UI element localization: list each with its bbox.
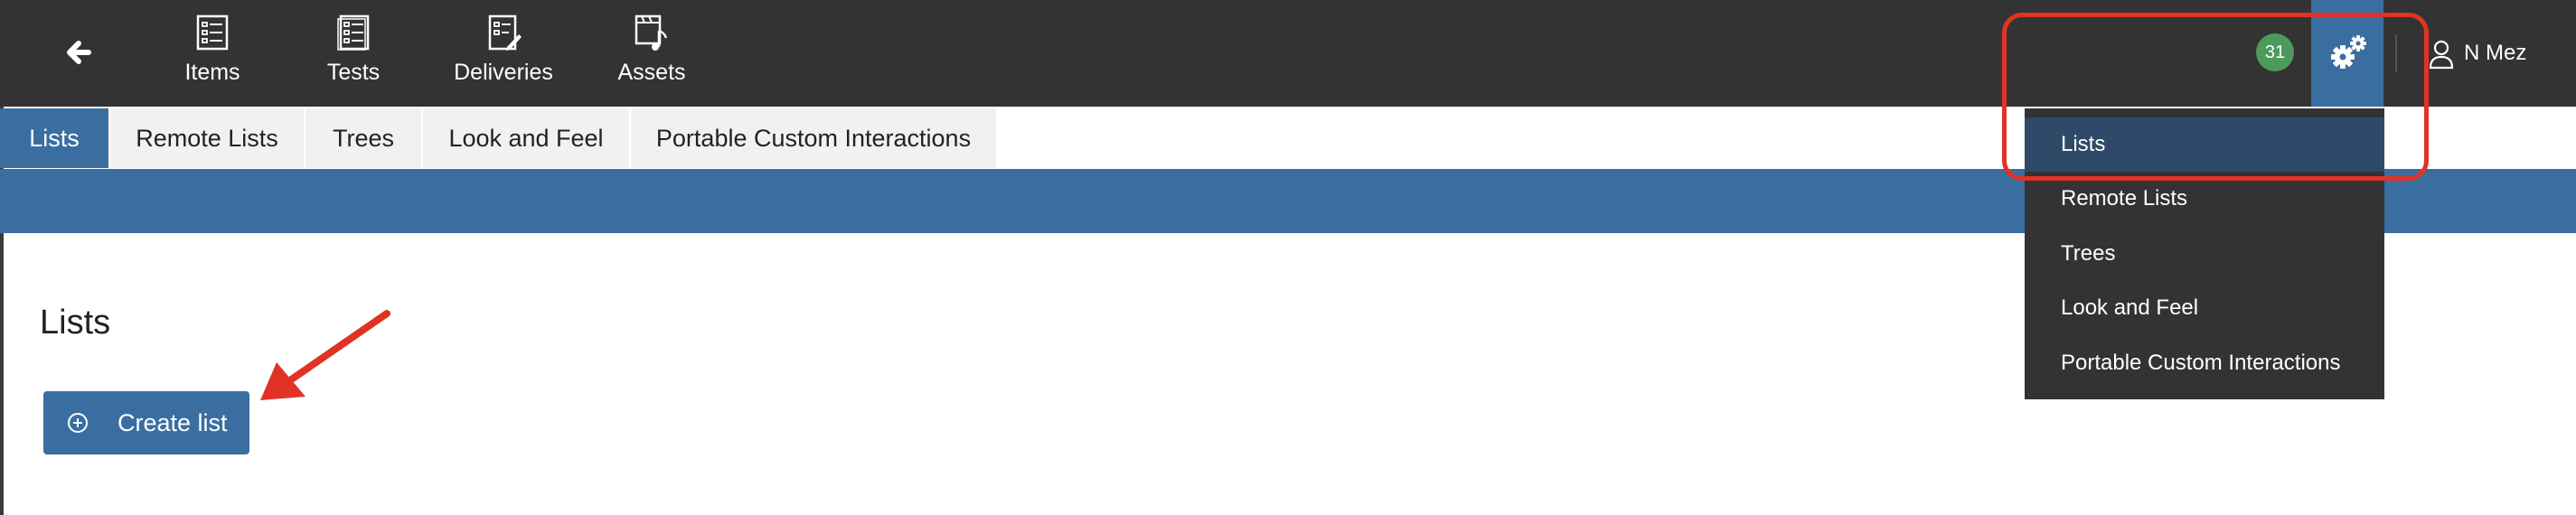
nav-deliveries[interactable]: Deliveries [452, 13, 555, 94]
tests-icon [337, 14, 370, 51]
tab-remote-lists[interactable]: Remote Lists [110, 108, 304, 168]
user-menu[interactable]: N Mez [2428, 34, 2526, 72]
menu-item-trees[interactable]: Trees [2025, 227, 2384, 281]
create-list-label: Create list [118, 409, 228, 436]
arrow-left-icon [67, 41, 91, 64]
items-icon [196, 14, 229, 51]
annotation-arrow [260, 310, 390, 400]
menu-item-portable-custom-interactions[interactable]: Portable Custom Interactions [2025, 336, 2384, 390]
back-button[interactable] [52, 23, 110, 81]
tab-look-and-feel[interactable]: Look and Feel [423, 108, 629, 168]
deliveries-icon [488, 14, 522, 51]
page-title: Lists [40, 304, 111, 342]
assets-icon [635, 14, 668, 51]
nav-items-label: Items [184, 60, 240, 85]
nav-deliveries-label: Deliveries [454, 60, 553, 85]
create-list-button[interactable]: Create list [43, 391, 249, 454]
nav-items[interactable]: Items [172, 13, 253, 94]
annotation-highlight-box [2002, 13, 2429, 181]
tab-lists[interactable]: Lists [0, 108, 108, 168]
user-name: N Mez [2464, 41, 2527, 65]
plus-circle-icon [68, 413, 88, 433]
nav-tests[interactable]: Tests [313, 13, 394, 94]
tab-trees[interactable]: Trees [306, 108, 421, 168]
menu-item-look-and-feel[interactable]: Look and Feel [2025, 281, 2384, 335]
nav-tests-label: Tests [326, 60, 381, 85]
nav-assets[interactable]: Assets [611, 13, 692, 94]
tab-portable-custom-interactions[interactable]: Portable Custom Interactions [631, 108, 996, 168]
user-icon [2429, 40, 2454, 69]
nav-assets-label: Assets [617, 60, 686, 85]
